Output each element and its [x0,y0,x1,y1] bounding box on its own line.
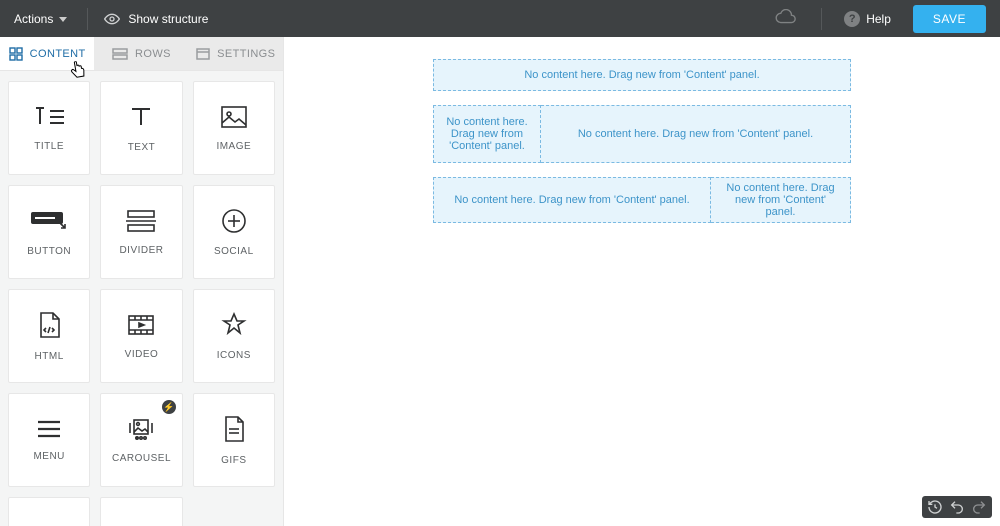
drop-zone[interactable]: No content here. Drag new from 'Content'… [433,59,851,91]
social-block[interactable]: SOCIAL [193,185,275,279]
timer-block[interactable] [100,497,182,526]
carousel-block[interactable]: ⚡ CAROUSEL [100,393,182,487]
block-label: ICONS [217,350,251,361]
icons-block[interactable]: ICONS [193,289,275,383]
actions-label: Actions [14,12,53,26]
block-label: CAROUSEL [112,453,171,464]
show-structure-label: Show structure [128,12,208,26]
redo-icon[interactable] [971,499,987,515]
block-label: HTML [35,351,64,362]
show-structure-toggle[interactable]: Show structure [94,11,218,27]
block-label: VIDEO [125,349,159,360]
text-block[interactable]: TEXT [100,81,182,175]
content-blocks-grid: TITLE TEXT IMAGE BUTTON DIVIDER [0,71,283,526]
help-icon: ? [844,11,860,27]
history-icon[interactable] [927,499,943,515]
drop-zone[interactable]: No content here. Drag new from 'Content'… [433,105,541,163]
tab-rows-label: ROWS [135,48,171,60]
canvas-row[interactable]: No content here. Drag new from 'Content'… [433,105,851,163]
image-block[interactable]: IMAGE [193,81,275,175]
sidebar-tabs: CONTENT ROWS SETTINGS [0,37,283,71]
block-label: TEXT [128,142,156,153]
divider [821,8,822,30]
sticker-block[interactable] [8,497,90,526]
canvas[interactable]: No content here. Drag new from 'Content'… [284,37,1000,526]
sidebar: CONTENT ROWS SETTINGS TITLE [0,37,284,526]
block-label: IMAGE [216,141,251,152]
canvas-row[interactable]: No content here. Drag new from 'Content'… [433,177,851,223]
help-button[interactable]: ? Help [828,11,907,27]
divider-block[interactable]: DIVIDER [100,185,182,279]
drop-zone[interactable]: No content here. Drag new from 'Content'… [433,177,711,223]
chevron-down-icon [59,17,67,22]
block-label: TITLE [34,141,64,152]
gifs-block[interactable]: GIFS [193,393,275,487]
drop-zone[interactable]: No content here. Drag new from 'Content'… [541,105,851,163]
canvas-row[interactable]: No content here. Drag new from 'Content'… [433,59,851,91]
eye-icon [104,11,120,27]
block-label: MENU [33,451,64,462]
block-label: SOCIAL [214,246,254,257]
button-block[interactable]: BUTTON [8,185,90,279]
tab-content-label: CONTENT [30,48,86,60]
menu-block[interactable]: MENU [8,393,90,487]
tab-rows[interactable]: ROWS [94,37,188,70]
premium-badge-icon: ⚡ [162,400,176,414]
tab-settings[interactable]: SETTINGS [189,37,283,70]
drop-zone[interactable]: No content here. Drag new from 'Content'… [711,177,851,223]
help-label: Help [866,12,891,26]
topbar: Actions Show structure ? Help SAVE [0,0,1000,37]
save-button[interactable]: SAVE [913,5,986,33]
video-block[interactable]: VIDEO [100,289,182,383]
title-block[interactable]: TITLE [8,81,90,175]
divider [87,8,88,30]
tab-settings-label: SETTINGS [217,48,275,60]
html-block[interactable]: HTML [8,289,90,383]
history-tools [922,496,992,518]
tab-content[interactable]: CONTENT [0,37,94,70]
rows-icon [112,47,128,61]
undo-icon[interactable] [949,499,965,515]
cloud-sync-icon[interactable] [757,9,815,28]
actions-dropdown[interactable]: Actions [0,0,81,37]
block-label: DIVIDER [119,245,163,256]
grid-icon [9,47,23,61]
block-label: GIFS [221,455,246,466]
block-label: BUTTON [27,246,71,257]
settings-icon [196,47,210,61]
